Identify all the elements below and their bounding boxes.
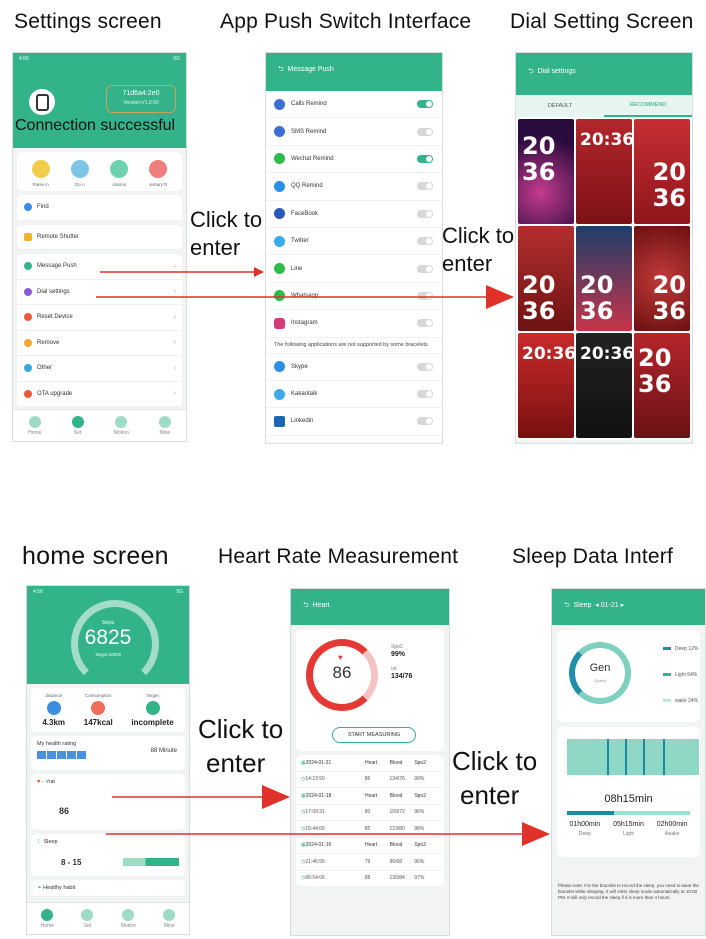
- click-to-enter-label: Click to enter: [452, 746, 538, 810]
- flow-arrows: [96, 267, 550, 846]
- click-to-enter-label: Click to enter: [442, 223, 515, 276]
- click-to-enter-label: Click to enter: [190, 207, 263, 260]
- click-to-enter-label: Click to enter: [198, 714, 284, 778]
